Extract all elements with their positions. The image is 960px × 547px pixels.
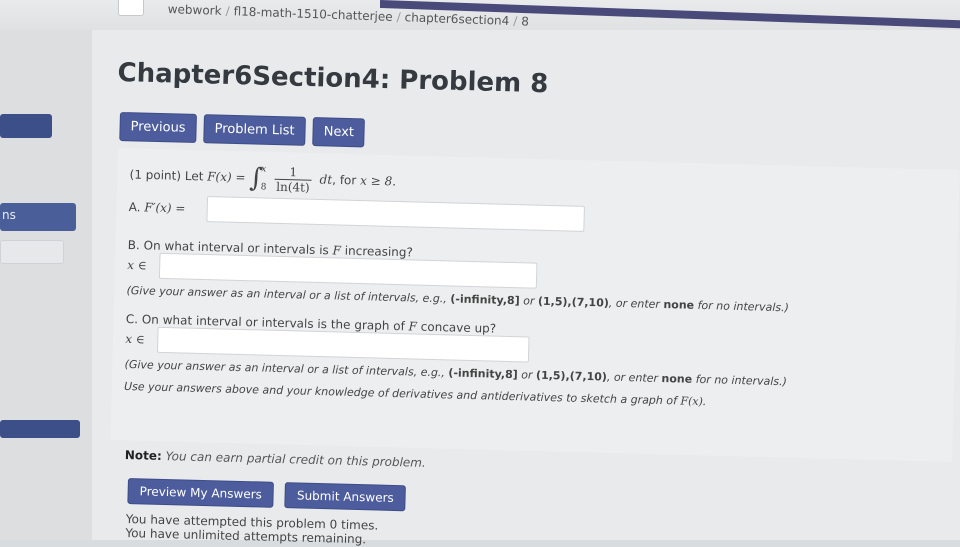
breadcrumb-set[interactable]: chapter6section4 — [404, 10, 509, 28]
browser-tab-fragment[interactable] — [118, 0, 144, 16]
sidebar-block-bottom[interactable] — [0, 420, 80, 438]
breadcrumb-course[interactable]: fl18-math-1510-chatterjee — [233, 4, 392, 24]
problem-body: (1 point) Let F(x) = ∫ x 8 1 ln(4t) dt, for… — [124, 160, 830, 420]
integral-dt: dt — [319, 172, 333, 187]
part-a-label: A. — [128, 199, 141, 215]
hint-example-1: (-infinity,8] — [448, 366, 518, 382]
sketch-period: . — [702, 395, 707, 409]
hint-example-1: (-infinity,8] — [450, 292, 520, 308]
hint-none: none — [661, 371, 693, 386]
part-b-prefix: x ∈ — [127, 257, 147, 273]
hint-enter: , or enter — [606, 370, 659, 385]
part-c-prefix: x ∈ — [125, 331, 145, 347]
note-label: Note: — [124, 448, 162, 463]
breadcrumb-root[interactable]: webwork — [168, 2, 222, 18]
submit-answers-button[interactable]: Submit Answers — [284, 482, 407, 512]
part-b-var: F — [332, 243, 342, 258]
hint-suffix: for no intervals.) — [697, 298, 790, 315]
problem-points: (1 point) Let — [129, 167, 204, 184]
integrand-fraction: 1 ln(4t) — [274, 164, 313, 195]
left-sidebar: ns — [0, 30, 92, 540]
integral-sign: ∫ — [248, 163, 264, 194]
sketch-math: F(x) — [680, 394, 704, 409]
sidebar-block-top[interactable] — [0, 114, 52, 138]
problem-list-button[interactable]: Problem List — [203, 114, 306, 146]
breadcrumb-problem: 8 — [521, 14, 530, 29]
previous-button[interactable]: Previous — [119, 112, 197, 144]
next-button[interactable]: Next — [312, 117, 366, 148]
hint-suffix: for no intervals.) — [695, 372, 788, 389]
attempts-info: You have attempted this problem 0 times.… — [125, 512, 378, 547]
hint-or: or — [523, 294, 535, 308]
integrand-denominator: ln(4t) — [276, 179, 310, 195]
hint-example-2: (1,5),(7,10) — [537, 294, 610, 310]
browser-top-bar: webwork / fl18-math-1510-chatterjee / chapte… — [0, 0, 960, 30]
hint-enter: , or enter — [608, 296, 661, 311]
integrand-numerator: 1 — [274, 164, 313, 181]
preview-answers-button[interactable]: Preview My Answers — [127, 478, 275, 508]
condition-prefix: , for — [331, 172, 357, 188]
condition: x ≥ 8. — [359, 173, 397, 189]
part-c-var: F — [408, 319, 418, 334]
sidebar-item-active[interactable]: ns — [0, 203, 76, 231]
hint-or: or — [521, 368, 533, 382]
part-a-math: F′(x) = — [144, 200, 186, 216]
hint-example-2: (1,5),(7,10) — [535, 368, 608, 384]
sidebar-item[interactable] — [0, 240, 64, 264]
sidebar-item-label: ns — [2, 208, 16, 222]
function-def: F(x) = — [207, 169, 246, 185]
hint-none: none — [663, 298, 695, 312]
